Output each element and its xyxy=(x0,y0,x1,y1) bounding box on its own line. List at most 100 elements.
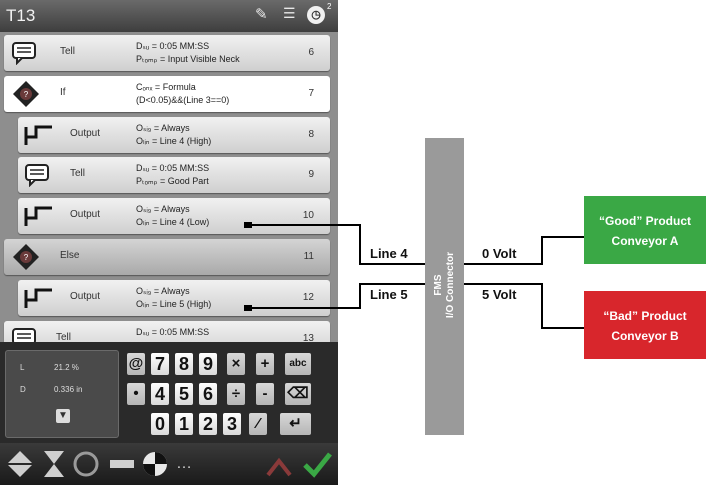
key-multiply[interactable]: × xyxy=(227,353,245,375)
good-box-line2: Conveyor A xyxy=(611,234,679,248)
step-detail-1: Dₛᵤ = 0:05 MM:SS xyxy=(136,327,210,337)
enter-key[interactable]: ↵ xyxy=(280,413,311,435)
program-step-list[interactable]: Tell Dₛᵤ = 0:05 MM:SS Pₜₒₘₚ = Input Visi… xyxy=(0,32,338,357)
hourglass-icon[interactable] xyxy=(40,449,68,479)
step-detail-1: Oₛᵢ₉ = Always xyxy=(136,123,190,133)
up-down-arrows-icon[interactable] xyxy=(6,449,34,479)
step-number: 11 xyxy=(303,251,314,262)
key-abc[interactable]: abc xyxy=(285,353,311,375)
step-label: Else xyxy=(60,250,80,261)
line5-label: Line 5 xyxy=(370,287,408,302)
key-6[interactable]: 6 xyxy=(199,383,217,405)
step-number: 7 xyxy=(308,88,314,99)
key-decimal[interactable]: • xyxy=(127,383,145,405)
step-output-icon xyxy=(24,288,52,308)
step-row-if-7[interactable]: ? If Cₒₙₓ = Formula (D<0.05)&&(Line 3==0… xyxy=(4,76,330,112)
bad-product-conveyor-box: “Bad” Product Conveyor B xyxy=(584,291,706,359)
clock-badge: 2 xyxy=(327,2,332,11)
step-detail-2: (D<0.05)&&(Line 3==0) xyxy=(136,95,230,105)
key-0[interactable]: 0 xyxy=(151,413,169,435)
step-detail-2: Pₜₒₘₚ = Input Visible Neck xyxy=(136,54,240,64)
measurement-readout: L 21.2 % D 0.336 in ▼ xyxy=(5,350,119,438)
speech-bubble-icon xyxy=(12,42,36,65)
key-plus[interactable]: + xyxy=(256,353,274,375)
line5-terminal xyxy=(244,305,252,311)
save-icon[interactable]: ☰ xyxy=(283,5,296,22)
keypad-panel: L 21.2 % D 0.336 in ▼ @ 7 8 9 × + abc • … xyxy=(0,342,338,443)
readout-l-value: 21.2 % xyxy=(54,363,79,372)
readout-d-label: D xyxy=(20,385,26,394)
key-5[interactable]: 5 xyxy=(175,383,193,405)
svg-text:?: ? xyxy=(24,253,29,262)
key-minus[interactable]: - xyxy=(256,383,274,405)
step-detail-1: Oₛᵢ₉ = Always xyxy=(136,204,190,214)
diamond-question-icon: ? xyxy=(13,244,39,270)
target-icon[interactable] xyxy=(140,449,170,479)
expand-down-icon[interactable]: ▼ xyxy=(56,409,70,423)
diamond-question-icon: ? xyxy=(13,81,39,107)
step-row-tell-9[interactable]: Tell Dₛᵤ = 0:05 MM:SS Pₜₒₘₚ = Good Part … xyxy=(18,157,330,193)
key-at[interactable]: @ xyxy=(127,353,145,375)
step-detail-2: Oₗᵢₙ = Line 4 (High) xyxy=(136,136,212,146)
svg-text:?: ? xyxy=(24,90,29,99)
step-label: Output xyxy=(70,128,101,139)
step-label: If xyxy=(60,87,66,98)
circle-icon[interactable] xyxy=(72,449,100,479)
key-4[interactable]: 4 xyxy=(151,383,169,405)
step-output-icon xyxy=(24,125,52,145)
key-divide[interactable]: ÷ xyxy=(227,383,245,405)
step-row-output-12[interactable]: Output Oₛᵢ₉ = Always Oₗᵢₙ = Line 5 (High… xyxy=(18,280,330,316)
pencil-icon[interactable]: ✎ xyxy=(255,5,268,23)
zero-volt-label: 0 Volt xyxy=(482,246,517,261)
bottom-toolbar: … xyxy=(0,443,338,485)
more-icon[interactable]: … xyxy=(176,455,192,473)
five-volt-label: 5 Volt xyxy=(482,287,517,302)
step-label: Tell xyxy=(60,46,76,57)
step-detail-2: Oₗᵢₙ = Line 4 (Low) xyxy=(136,217,210,227)
line4-wire-a xyxy=(252,224,360,226)
title-bar: T13 ✎ ☰ ◷ 2 xyxy=(0,0,338,32)
step-number: 9 xyxy=(308,169,314,180)
backspace-key[interactable]: ⌫ xyxy=(285,383,311,405)
key-7[interactable]: 7 xyxy=(151,353,169,375)
step-number: 6 xyxy=(308,47,314,58)
key-9[interactable]: 9 xyxy=(199,353,217,375)
good-box-line1: “Good” Product xyxy=(599,214,691,228)
step-detail-2: Pₜₒₘₚ = Good Part xyxy=(136,176,209,186)
key-fraction[interactable]: ⁄ xyxy=(249,413,267,435)
bad-box-line1: “Bad” Product xyxy=(603,309,687,323)
clock-icon[interactable]: ◷ xyxy=(307,6,325,24)
zero-volt-wire-a xyxy=(464,263,542,265)
step-label: Tell xyxy=(70,168,86,179)
step-row-else-11[interactable]: ? Else 11 xyxy=(4,239,330,275)
line5-wire-a xyxy=(252,307,360,309)
line4-terminal xyxy=(244,222,252,228)
connector-title: FMS xyxy=(433,274,444,296)
program-title: T13 xyxy=(6,6,36,25)
line-tool-icon[interactable] xyxy=(108,449,136,479)
readout-d-value: 0.336 in xyxy=(54,385,83,394)
line5-wire-c xyxy=(359,283,425,285)
device-screen: T13 ✎ ☰ ◷ 2 Tell Dₛᵤ = 0:05 MM:SS Pₜₒₘₚ … xyxy=(0,0,338,485)
step-output-icon xyxy=(24,206,52,226)
line4-label: Line 4 xyxy=(370,246,408,261)
zero-volt-wire-b xyxy=(541,236,543,265)
key-1[interactable]: 1 xyxy=(175,413,193,435)
step-row-output-8[interactable]: Output Oₛᵢ₉ = Always Oₗᵢₙ = Line 4 (High… xyxy=(18,117,330,153)
step-row-tell-6[interactable]: Tell Dₛᵤ = 0:05 MM:SS Pₜₒₘₚ = Input Visi… xyxy=(4,35,330,71)
step-detail-1: Dₛᵤ = 0:05 MM:SS xyxy=(136,163,210,173)
five-volt-wire-c xyxy=(541,327,585,329)
zero-volt-wire-c xyxy=(541,236,585,238)
step-label: Output xyxy=(70,291,101,302)
connector-label: FMS I/O Connector xyxy=(433,252,457,318)
key-3[interactable]: 3 xyxy=(223,413,241,435)
speech-bubble-icon xyxy=(25,164,49,187)
key-8[interactable]: 8 xyxy=(175,353,193,375)
step-detail-2: Oₗᵢₙ = Line 5 (High) xyxy=(136,299,212,309)
step-row-output-10[interactable]: Output Oₛᵢ₉ = Always Oₗᵢₙ = Line 4 (Low)… xyxy=(18,198,330,234)
key-2[interactable]: 2 xyxy=(199,413,217,435)
accept-check-icon[interactable] xyxy=(302,449,332,479)
step-number: 12 xyxy=(302,292,314,303)
cancel-icon[interactable] xyxy=(264,449,294,479)
five-volt-wire-b xyxy=(541,283,543,329)
